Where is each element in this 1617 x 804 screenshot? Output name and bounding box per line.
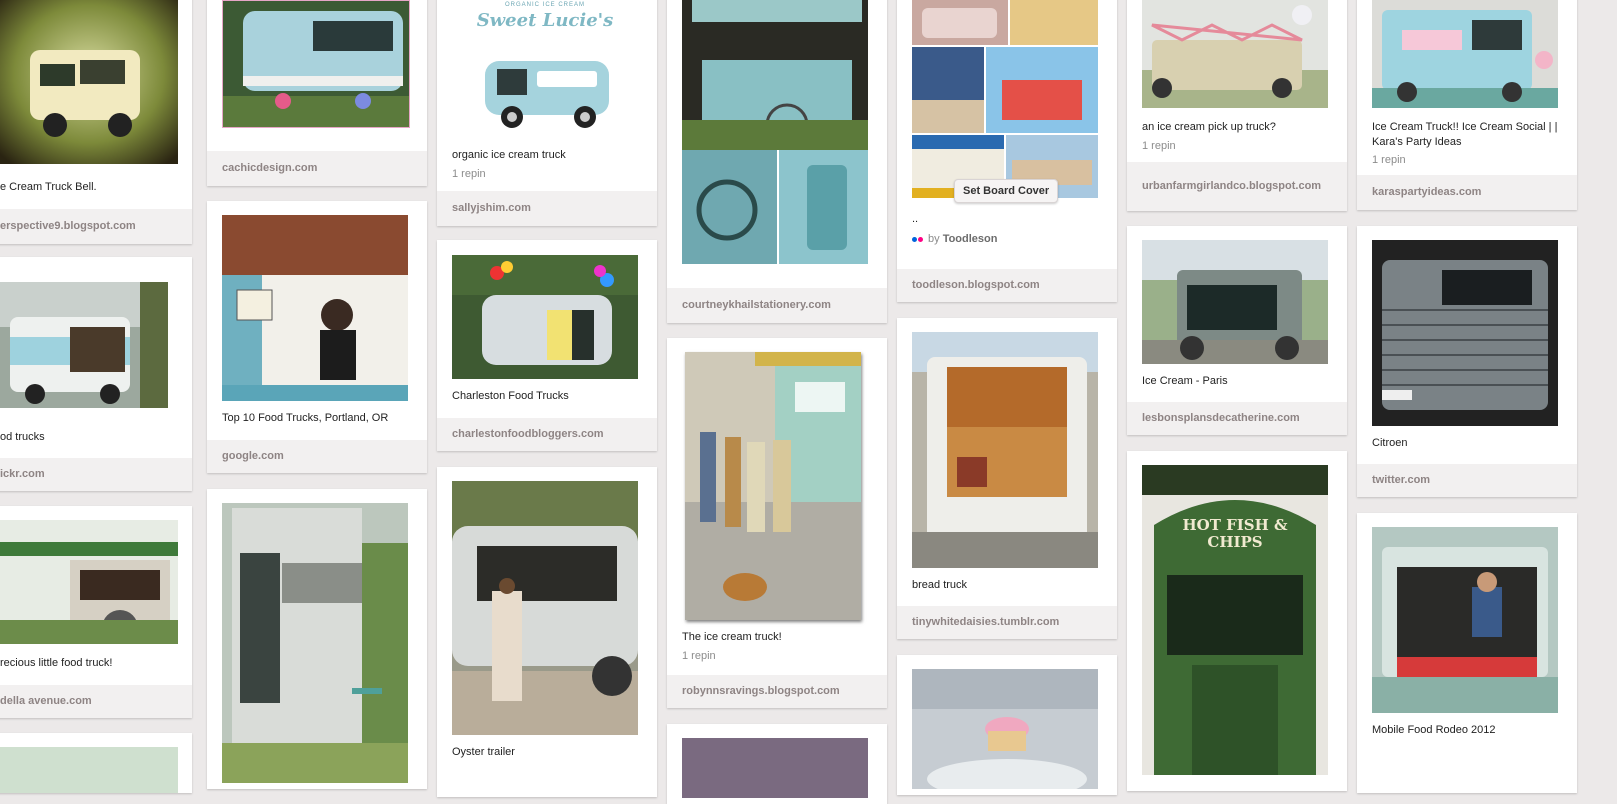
pin-source-link[interactable]: karaspartyideas.com — [1357, 175, 1577, 210]
pin-image-collage[interactable]: Set Board Cover — [912, 0, 1098, 203]
pin-image[interactable] — [0, 0, 178, 164]
pin-description: Ice Cream Truck!! Ice Cream Social | | K… — [1372, 121, 1558, 148]
pin-card[interactable]: HOT FISH & CHIPS — [1127, 451, 1347, 791]
pin-description: The ice cream truck! — [682, 631, 782, 643]
pin-card[interactable]: od trucks ickr.com — [0, 257, 192, 491]
pin-description: .. — [912, 213, 919, 225]
pin-source-link[interactable]: tinywhitedaisies.tumblr.com — [897, 606, 1117, 639]
pin-board: e Cream Truck Bell. erspective9.blogspot… — [0, 0, 1617, 804]
pin-card[interactable]: ORGANIC ICE CREAM Sweet Lucie's organic … — [437, 0, 657, 226]
pin-card[interactable]: Ice Cream - Paris lesbonsplansdecatherin… — [1127, 226, 1347, 435]
pin-image[interactable] — [0, 282, 168, 408]
pin-image[interactable] — [1372, 527, 1558, 713]
pin-attribution: by Toodleson — [912, 233, 997, 245]
pin-card[interactable]: Top 10 Food Trucks, Portland, OR google.… — [207, 201, 427, 473]
pin-image[interactable] — [1142, 0, 1328, 108]
pin-image[interactable] — [912, 332, 1098, 568]
pin-card[interactable]: e Cream Truck Bell. erspective9.blogspot… — [0, 0, 192, 244]
pin-description: Ice Cream - Paris — [1142, 375, 1228, 387]
pin-source-link[interactable]: twitter.com — [1357, 464, 1577, 497]
pin-source-link[interactable]: google.com — [207, 440, 427, 473]
pin-image[interactable] — [0, 747, 178, 793]
pin-card[interactable]: recious little food truck! della avenue.… — [0, 506, 192, 718]
pin-image[interactable] — [1372, 0, 1558, 108]
pin-source-link[interactable]: urbanfarmgirlandco.blogspot.com — [1127, 162, 1347, 211]
flickr-icon — [912, 237, 917, 242]
pin-image[interactable] — [685, 352, 861, 620]
pin-image[interactable] — [222, 503, 408, 783]
pin-repin-count: 1 repin — [452, 168, 486, 180]
pin-source-link[interactable]: charlestonfoodbloggers.com — [437, 418, 657, 451]
flickr-icon-dot — [918, 237, 923, 242]
pin-source-link[interactable]: robynnsravings.blogspot.com — [667, 675, 887, 708]
pin-description: Mobile Food Rodeo 2012 — [1372, 724, 1496, 736]
pin-card[interactable]: Mobile Food Rodeo 2012 — [1357, 513, 1577, 793]
pin-image[interactable] — [222, 215, 408, 401]
pin-card[interactable]: Set Board Cover .. by Toodleson toodleso… — [897, 0, 1117, 302]
pin-card[interactable]: bread truck tinywhitedaisies.tumblr.com — [897, 318, 1117, 639]
pin-source-link[interactable]: ickr.com — [0, 458, 192, 491]
pin-repin-count: 1 repin — [1372, 154, 1406, 166]
pin-card[interactable] — [207, 489, 427, 789]
pin-description: organic ice cream truck — [452, 149, 566, 161]
pin-card[interactable]: Citroen twitter.com — [1357, 226, 1577, 497]
pin-card[interactable]: an ice cream pick up truck? 1 repin urba… — [1127, 0, 1347, 211]
pin-image[interactable] — [452, 255, 638, 379]
pin-description: recious little food truck! — [0, 657, 113, 669]
logo-text: Sweet Lucie's — [476, 10, 614, 31]
pin-card[interactable]: Oyster trailer — [437, 467, 657, 797]
pin-source-link[interactable]: della avenue.com — [0, 685, 192, 718]
pin-description: an ice cream pick up truck? — [1142, 121, 1276, 133]
pin-image[interactable] — [682, 738, 868, 798]
pin-source-link[interactable]: lesbonsplansdecatherine.com — [1127, 402, 1347, 435]
pin-description: Citroen — [1372, 437, 1408, 449]
pin-image[interactable] — [1142, 240, 1328, 364]
pin-description: Charleston Food Trucks — [452, 390, 569, 402]
set-board-cover-button[interactable]: Set Board Cover — [954, 179, 1059, 203]
pin-card[interactable]: cachicdesign.com — [207, 0, 427, 186]
pin-source-link[interactable]: erspective9.blogspot.com — [0, 209, 192, 244]
pin-card[interactable]: courtneykhailstationery.com — [667, 0, 887, 323]
pin-repin-count: 1 repin — [1142, 140, 1176, 152]
pin-card[interactable] — [667, 724, 887, 804]
pin-description: e Cream Truck Bell. — [0, 181, 97, 193]
pin-card[interactable] — [897, 655, 1117, 795]
pin-image[interactable] — [0, 520, 178, 644]
pin-description: Top 10 Food Trucks, Portland, OR — [222, 412, 389, 424]
pin-source-link[interactable]: sallyjshim.com — [437, 191, 657, 226]
pin-image[interactable] — [452, 481, 638, 735]
pin-card[interactable]: Charleston Food Trucks charlestonfoodblo… — [437, 240, 657, 451]
pinner-name-link[interactable]: Toodleson — [943, 233, 998, 245]
by-label: by — [928, 233, 940, 245]
logo-tagline: ORGANIC ICE CREAM — [504, 2, 585, 8]
sign-text: HOT FISH & CHIPS — [1182, 516, 1288, 551]
pin-source-link[interactable]: cachicdesign.com — [207, 151, 427, 186]
pin-image[interactable] — [1372, 240, 1558, 426]
pin-description: od trucks — [0, 431, 45, 443]
pin-image[interactable]: ORGANIC ICE CREAM Sweet Lucie's — [452, 0, 638, 132]
pin-description: Oyster trailer — [452, 746, 515, 758]
pin-image[interactable] — [682, 0, 868, 264]
pin-card[interactable]: Ice Cream Truck!! Ice Cream Social | | K… — [1357, 0, 1577, 210]
pin-image[interactable] — [222, 0, 410, 128]
pin-card[interactable] — [0, 733, 192, 793]
pin-source-link[interactable]: courtneykhailstationery.com — [667, 288, 887, 323]
pin-image[interactable] — [912, 669, 1098, 789]
pin-card[interactable]: The ice cream truck! 1 repin robynnsravi… — [667, 338, 887, 708]
pin-image[interactable]: HOT FISH & CHIPS — [1142, 465, 1328, 775]
pin-source-link[interactable]: toodleson.blogspot.com — [897, 269, 1117, 302]
pin-repin-count: 1 repin — [682, 650, 716, 662]
pin-description: bread truck — [912, 579, 968, 591]
